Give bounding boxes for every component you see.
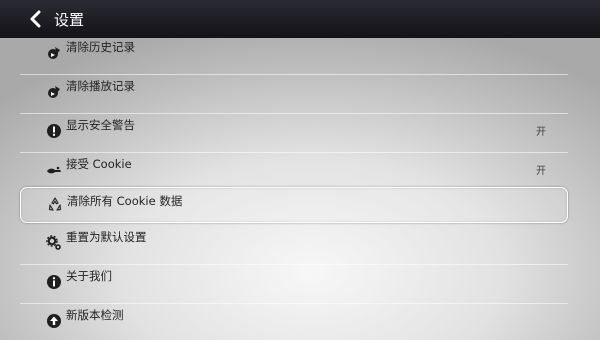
setting-clear-cookies[interactable]: 清除所有 Cookie 数据 xyxy=(20,187,568,223)
setting-about-us[interactable]: 关于我们 xyxy=(20,265,568,301)
setting-security-warning[interactable]: 显示安全警告 开 xyxy=(20,114,568,150)
settings-list: 清除历史记录 清除播放记录 显示安全警告 开 接受 Cookie 开 清除所有 … xyxy=(0,38,600,340)
setting-label: 关于我们 xyxy=(66,269,112,283)
setting-label: 清除播放记录 xyxy=(66,79,135,93)
back-button[interactable] xyxy=(0,0,54,38)
toggle-state[interactable]: 开 xyxy=(536,162,546,177)
setting-clear-history[interactable]: 清除历史记录 xyxy=(20,38,568,72)
setting-reset-defaults[interactable]: 重置为默认设置 xyxy=(20,226,568,262)
setting-check-update[interactable]: 新版本检测 xyxy=(20,304,568,340)
chevron-left-icon xyxy=(30,10,41,28)
gear-icon xyxy=(46,235,62,251)
cookie-icon xyxy=(46,162,62,178)
setting-label: 显示安全警告 xyxy=(66,118,135,132)
setting-label: 清除所有 Cookie 数据 xyxy=(67,194,183,208)
toggle-state[interactable]: 开 xyxy=(536,123,546,138)
trash-icon xyxy=(46,84,62,100)
top-bar: 设置 xyxy=(0,0,600,38)
recycle-icon xyxy=(47,196,63,212)
upgrade-icon xyxy=(46,313,62,329)
info-icon xyxy=(46,274,62,290)
alert-icon xyxy=(46,123,62,139)
setting-label: 清除历史记录 xyxy=(66,40,135,54)
setting-accept-cookie[interactable]: 接受 Cookie 开 xyxy=(20,153,568,189)
setting-label: 新版本检测 xyxy=(66,308,124,322)
setting-label: 重置为默认设置 xyxy=(66,230,147,244)
page-title: 设置 xyxy=(54,10,85,29)
setting-label: 接受 Cookie xyxy=(66,157,132,171)
trash-icon xyxy=(46,45,62,61)
setting-clear-playback[interactable]: 清除播放记录 xyxy=(20,75,568,111)
